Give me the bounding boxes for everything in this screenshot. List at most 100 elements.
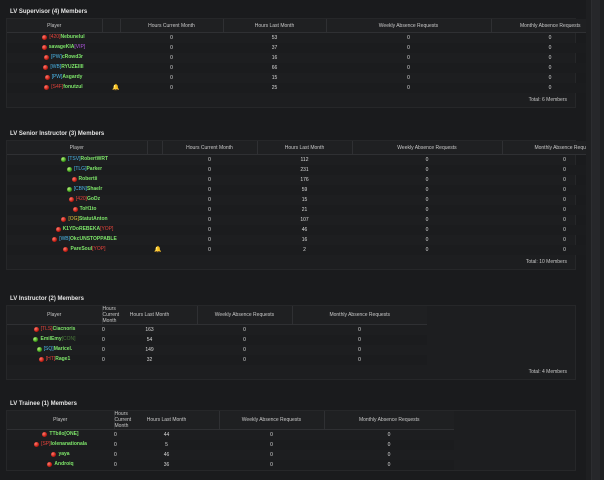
column-header[interactable]: Hours Current Month bbox=[162, 141, 258, 155]
player-name: Maricel. bbox=[53, 346, 73, 353]
clan-tag: [WB] bbox=[50, 64, 62, 71]
player-name-link[interactable]: [420]Nebunelul bbox=[49, 34, 84, 40]
header-spacer[interactable] bbox=[102, 19, 121, 33]
table-row[interactable]: TTbilo[ONE] 0 44 0 0 bbox=[7, 430, 577, 441]
offline-status-icon bbox=[52, 236, 58, 242]
hours-last-month-cell: 176 bbox=[300, 177, 309, 183]
player-name-link[interactable]: [HT]Rage1 bbox=[46, 356, 70, 362]
column-header[interactable]: Player bbox=[7, 306, 103, 325]
table-row[interactable]: K1YDoREBEKA[YOP] 0 46 0 0 bbox=[7, 225, 604, 235]
offline-status-icon bbox=[61, 216, 67, 222]
player-info: [HT]Rage1 bbox=[38, 356, 70, 362]
hours-last-month-cell: 112 bbox=[300, 157, 309, 163]
table-row[interactable]: savageKIA[VIP] 0 37 0 0 bbox=[7, 43, 604, 53]
player-name-link[interactable]: [SQ]Maricel. bbox=[44, 346, 73, 352]
hours-last-month-cell: 163 bbox=[145, 327, 154, 333]
player-name-link[interactable]: TTbilo[ONE] bbox=[49, 431, 78, 437]
clan-tag: [SQ] bbox=[43, 346, 54, 353]
monthly-absence-cell: 0 bbox=[358, 347, 361, 353]
table-row[interactable]: [TSV]RobertWRT 0 112 0 0 bbox=[7, 155, 604, 166]
table-row[interactable]: PareSoul[YOP] 🔔 0 2 0 0 bbox=[7, 245, 604, 255]
player-name-link[interactable]: [WB]RYUZEIIII bbox=[50, 64, 83, 70]
table-row[interactable]: [PW]cRowd3r 0 16 0 0 bbox=[7, 53, 604, 63]
online-status-icon bbox=[36, 346, 42, 352]
column-header[interactable]: Weekly Absence Requests bbox=[197, 306, 293, 325]
player-name-link[interactable]: [SP]Iolenanationala bbox=[41, 441, 87, 447]
offline-status-icon bbox=[47, 461, 53, 467]
player-info: [TSV]RobertWRT bbox=[60, 156, 108, 162]
hours-last-month-cell: 59 bbox=[257, 185, 352, 195]
player-name-link[interactable]: [S4F]fonutzul bbox=[51, 84, 82, 90]
table-row[interactable]: [PW]Asgardy 0 15 0 0 bbox=[7, 73, 604, 83]
player-name-link[interactable]: [OG]StatutAnton bbox=[68, 216, 107, 222]
player-name-link[interactable]: [PW]cRowd3r bbox=[51, 54, 83, 60]
table-row[interactable]: [SP]Iolenanationala0500 bbox=[7, 440, 577, 450]
table-row[interactable]: [420]GoDz 0 15 0 0 bbox=[7, 195, 604, 205]
player-name-link[interactable]: [WB]OkcUNSTOPPABLE bbox=[59, 236, 117, 242]
player-name-link[interactable]: [TSV]RobertWRT bbox=[68, 156, 108, 162]
hours-last-month-cell: 231 bbox=[257, 165, 352, 175]
column-header[interactable]: Hours Current Month bbox=[120, 19, 224, 33]
player-cell: [SQ]Maricel. bbox=[7, 345, 102, 355]
weekly-absence-cell: 0 bbox=[407, 55, 410, 61]
hours-current-month-cell: 0 bbox=[162, 225, 257, 235]
column-header[interactable]: Weekly Absence Requests bbox=[326, 19, 492, 33]
scroll-track[interactable] bbox=[586, 0, 604, 480]
hours-last-month-cell: 16 bbox=[301, 237, 308, 243]
column-header[interactable]: Monthly Absence Requests bbox=[324, 411, 454, 430]
player-name-link[interactable]: Robertii bbox=[79, 176, 98, 182]
player-name-link[interactable]: [TLS]Ciacnoris bbox=[41, 326, 76, 332]
table-row[interactable]: [WB]RYUZEIIII 0 66 0 0 bbox=[7, 63, 604, 73]
player-name-link[interactable]: [CBN]Shaelr bbox=[74, 186, 103, 192]
player-cell: savageKIA[VIP] bbox=[7, 43, 120, 53]
player-name-link[interactable]: [TLG]Parker bbox=[74, 166, 102, 172]
clan-tag: [OG] bbox=[68, 216, 79, 223]
player-name-link[interactable]: yaya bbox=[58, 451, 69, 457]
table-row[interactable]: ToH1to 0 21 0 0 bbox=[7, 205, 604, 215]
table-row[interactable]: EmilEmy[CON]05400 bbox=[7, 335, 577, 345]
total-members: Total: 6 Members bbox=[528, 97, 567, 103]
table-row[interactable]: Androiq03600 bbox=[7, 460, 577, 470]
table-row[interactable]: [TLS]Ciacnoris 0 163 0 0 bbox=[7, 325, 577, 336]
table-row[interactable]: [CBN]Shaelr 0 59 0 0 bbox=[7, 185, 604, 195]
player-name: ToH1to bbox=[79, 206, 97, 213]
table-row[interactable]: [WB]OkcUNSTOPPABLE 0 16 0 0 bbox=[7, 235, 604, 245]
column-header[interactable]: Hours Last Month bbox=[223, 19, 327, 33]
weekly-absence-cell: 0 bbox=[352, 245, 502, 255]
table-row[interactable]: [S4F]fonutzul 🔔 0 25 0 0 bbox=[7, 83, 604, 93]
player-name-link[interactable]: [PW]Asgardy bbox=[52, 74, 83, 80]
weekly-absence-cell: 0 bbox=[407, 35, 410, 41]
weekly-absence-cell: 0 bbox=[243, 327, 246, 333]
player-name-link[interactable]: PareSoul[YOP] bbox=[70, 246, 105, 252]
column-header[interactable]: Hours Last Month bbox=[257, 141, 353, 155]
column-header[interactable]: Monthly Absence Requests bbox=[292, 306, 427, 325]
column-header[interactable]: Weekly Absence Requests bbox=[219, 411, 325, 430]
table-row[interactable]: [HT]Rage103200 bbox=[7, 355, 577, 365]
player-name: Asgardy bbox=[62, 74, 83, 81]
table-row[interactable]: [SQ]Maricel. 0 149 0 0 bbox=[7, 345, 577, 355]
player-name-link[interactable]: K1YDoREBEKA[YOP] bbox=[63, 226, 114, 232]
player-name-link[interactable]: savageKIA[VIP] bbox=[49, 44, 85, 50]
player-name-link[interactable]: [420]GoDz bbox=[76, 196, 100, 202]
column-header[interactable]: Player bbox=[7, 411, 115, 430]
scrollbar[interactable] bbox=[591, 0, 600, 480]
header-spacer[interactable] bbox=[147, 141, 163, 155]
section-title: LV Instructor (2) Members bbox=[10, 296, 84, 302]
table-row[interactable]: Robertii 0 176 0 0 bbox=[7, 175, 604, 185]
player-name: fonutzul bbox=[63, 84, 83, 91]
column-header[interactable]: Player bbox=[7, 19, 103, 33]
bell-icon[interactable]: 🔔 bbox=[112, 84, 119, 91]
table-row[interactable]: yaya 0 46 0 0 bbox=[7, 450, 577, 460]
column-header[interactable]: Weekly Absence Requests bbox=[352, 141, 503, 155]
weekly-absence-cell: 0 bbox=[407, 75, 410, 81]
player-name-link[interactable]: ToH1to bbox=[80, 206, 97, 212]
player-name-link[interactable]: EmilEmy[CON] bbox=[40, 336, 75, 342]
clan-tag: [SP] bbox=[41, 441, 51, 448]
table-row[interactable]: [420]Nebunelul 0 53 0 0 bbox=[7, 33, 604, 44]
player-name-link[interactable]: Androiq bbox=[54, 461, 73, 467]
table-row[interactable]: [TLG]Parker 0 231 0 0 bbox=[7, 165, 604, 175]
hours-last-month-cell: 5 bbox=[114, 440, 219, 450]
column-header[interactable]: Player bbox=[7, 141, 148, 155]
table-row[interactable]: [OG]StatutAnton 0 107 0 0 bbox=[7, 215, 604, 225]
bell-icon[interactable]: 🔔 bbox=[154, 246, 161, 253]
